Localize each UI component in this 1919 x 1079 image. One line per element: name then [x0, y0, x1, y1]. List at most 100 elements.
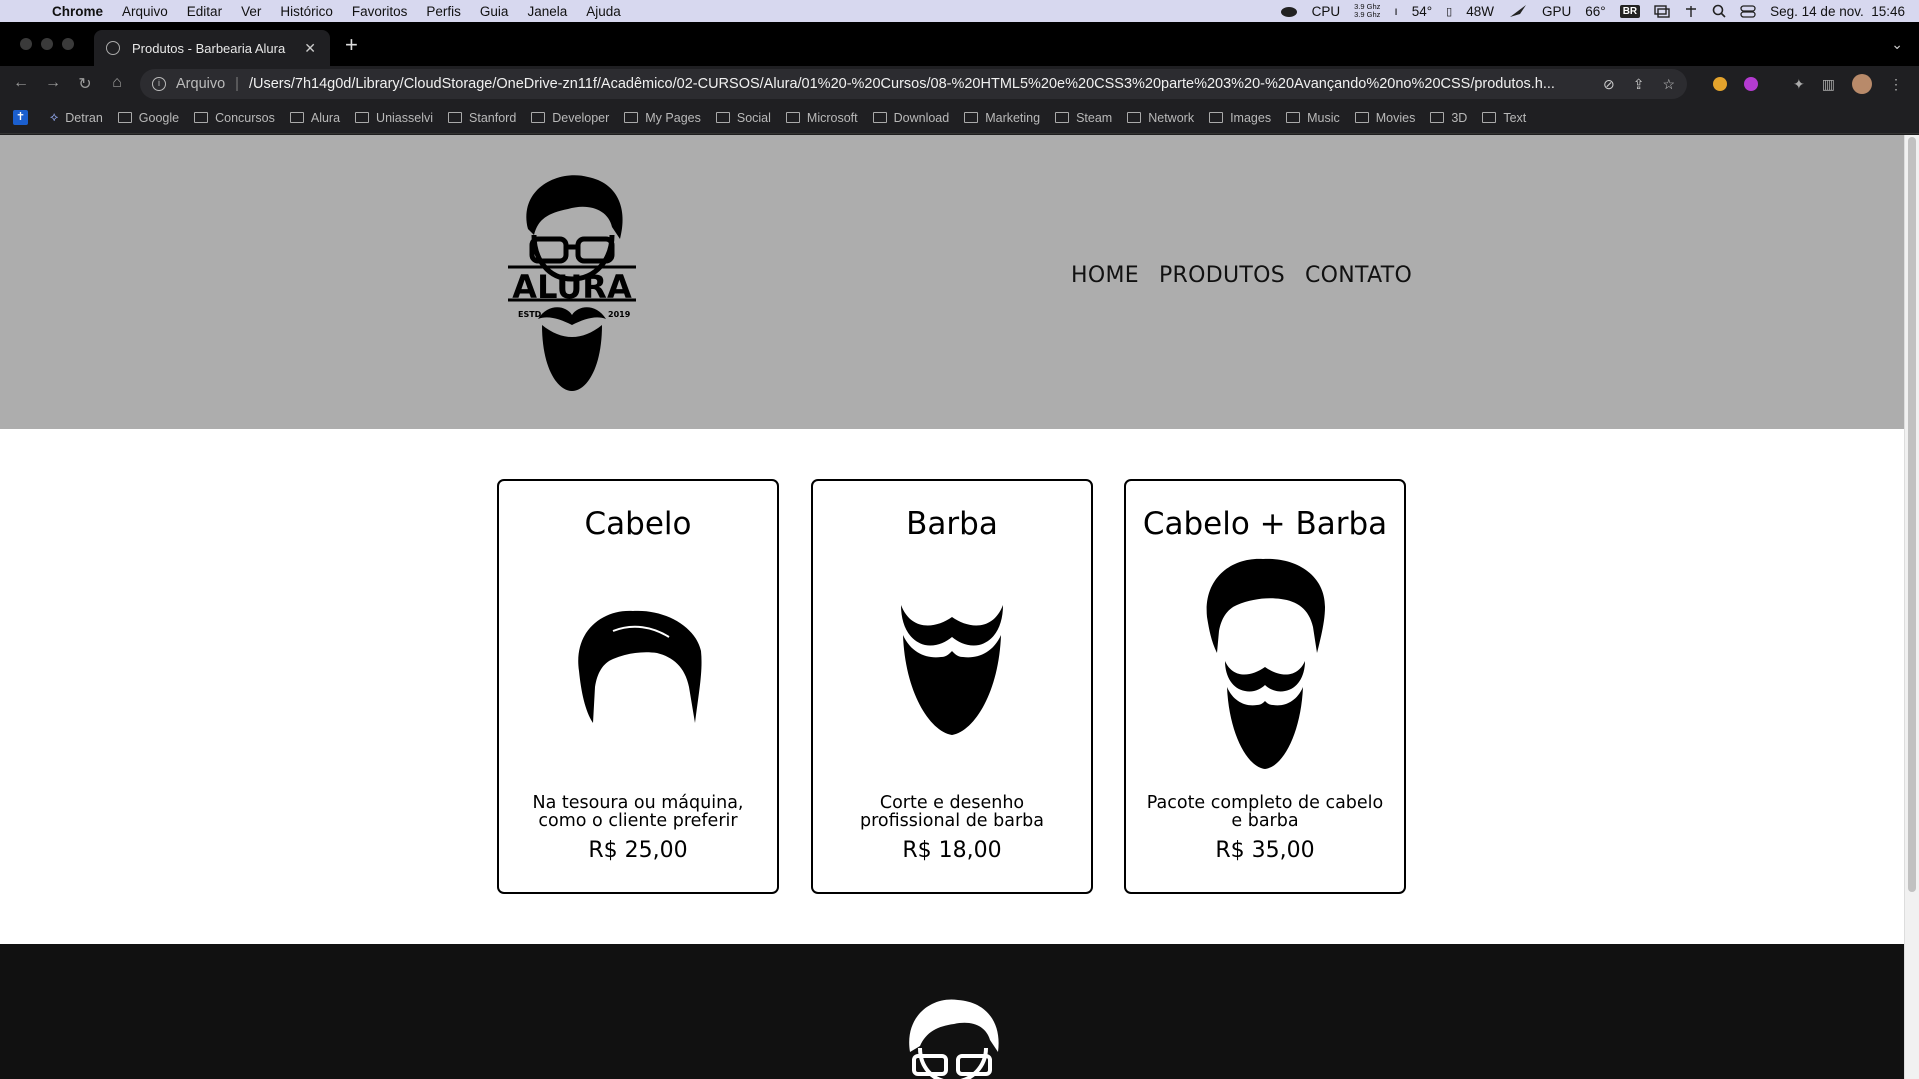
logo-year: 2019 — [608, 310, 631, 319]
close-window-button[interactable] — [20, 38, 32, 50]
bookmark-label: 3D — [1451, 110, 1468, 125]
menu-ver[interactable]: Ver — [241, 4, 261, 19]
bookmark-label: Marketing — [985, 110, 1041, 125]
bookmark-folder-steam[interactable]: Steam — [1055, 111, 1112, 125]
profile-avatar[interactable] — [1852, 74, 1872, 94]
bookmark-folder-music[interactable]: Music — [1286, 111, 1340, 125]
address-bar[interactable]: i Arquivo | /Users/7h14g0d/Library/Cloud… — [140, 69, 1687, 99]
nav-produtos[interactable]: PRODUTOS — [1159, 263, 1285, 288]
bookmark-folder-concursos[interactable]: Concursos — [194, 111, 275, 125]
menu-janela[interactable]: Janela — [527, 4, 567, 19]
bookmark-label: Developer — [552, 110, 610, 125]
close-tab-icon[interactable]: ✕ — [304, 40, 316, 57]
folder-icon — [117, 112, 132, 123]
bookmark-folder-uniasselvi[interactable]: Uniasselvi — [355, 111, 433, 125]
bookmark-label: Steam — [1076, 110, 1113, 125]
extension-2-icon[interactable] — [1744, 77, 1759, 91]
new-tab-button[interactable]: + — [345, 34, 358, 56]
menu-favoritos[interactable]: Favoritos — [352, 4, 408, 19]
bookmark-folder-text[interactable]: Text — [1482, 111, 1526, 125]
input-source-badge[interactable]: BR — [1619, 4, 1641, 18]
forward-icon[interactable]: → — [44, 74, 62, 94]
scrollbar-thumb[interactable] — [1908, 137, 1916, 892]
bookmark-folder-3d[interactable]: 3D — [1430, 111, 1467, 125]
window-controls — [20, 38, 74, 50]
product-price: R$ 35,00 — [1215, 838, 1315, 863]
bookmark-folder-google[interactable]: Google — [117, 111, 179, 125]
reload-icon[interactable]: ↻ — [76, 74, 94, 94]
bookmark-star-icon[interactable]: ☆ — [1662, 76, 1675, 93]
beard-icon — [813, 601, 1091, 737]
bookmark-detran[interactable]: ⟡ Detran — [50, 110, 103, 125]
feather-icon[interactable] — [1508, 4, 1528, 18]
back-icon[interactable]: ← — [12, 74, 30, 94]
gpu-temp[interactable]: 66° — [1585, 4, 1605, 19]
product-description: Corte e desenho profissional de barba — [860, 793, 1044, 831]
bookmark-folder-social[interactable]: Social — [715, 110, 771, 125]
bookmark-folder-my-pages[interactable]: My Pages — [624, 111, 701, 125]
tab-strip: Produtos - Barbearia Alura ✕ + ⌄ — [0, 22, 1919, 66]
globe-icon — [106, 41, 120, 55]
alura-logo[interactable]: ALURA ESTD 2019 — [508, 169, 636, 391]
cloud-icon[interactable] — [1280, 4, 1298, 18]
bookmark-folder-images[interactable]: Images — [1209, 111, 1271, 125]
home-icon[interactable]: ⌂ — [108, 74, 126, 94]
bookmark-label: Stanford — [469, 110, 517, 125]
bookmark-folder-download[interactable]: Download — [872, 111, 949, 125]
bookmark-label: Social — [736, 110, 771, 125]
menu-guia[interactable]: Guia — [480, 4, 509, 19]
folder-icon — [355, 112, 370, 123]
cpu-freq-2: 3.9 Ghz — [1354, 10, 1381, 19]
product-title: Barba — [906, 506, 998, 542]
menu-historico[interactable]: Histórico — [280, 4, 333, 19]
control-center-icon[interactable] — [1740, 4, 1756, 18]
puzzle-icon[interactable]: ✦ — [1793, 76, 1805, 93]
product-description: Na tesoura ou máquina, como o cliente pr… — [532, 793, 744, 831]
bookmark-label: Images — [1230, 110, 1272, 125]
nav-home[interactable]: HOME — [1071, 263, 1139, 288]
extension-1-icon[interactable] — [1713, 77, 1728, 91]
page-scrollbar[interactable] — [1904, 135, 1919, 1079]
side-panel-icon[interactable]: ▥ — [1822, 76, 1835, 93]
menu-ajuda[interactable]: Ajuda — [586, 4, 621, 19]
bookmark-folder-alura[interactable]: Alura — [289, 111, 340, 125]
zoom-window-button[interactable] — [62, 38, 74, 50]
product-price: R$ 25,00 — [588, 838, 688, 863]
chrome-menu-icon[interactable]: ⋮ — [1889, 76, 1903, 93]
bookmark-folder-network[interactable]: Network — [1127, 111, 1194, 125]
power-reading[interactable]: 48W — [1466, 4, 1494, 19]
nav-contato[interactable]: CONTATO — [1305, 263, 1412, 288]
product-description: Pacote completo de cabelo e barba — [1146, 793, 1384, 831]
gpu-label[interactable]: GPU — [1542, 4, 1571, 19]
menu-perfis[interactable]: Perfis — [426, 4, 461, 19]
site-info-icon[interactable]: i — [152, 77, 166, 91]
bookmark-pin[interactable]: ✝ — [13, 110, 35, 125]
cpu-temp[interactable]: 54° — [1412, 4, 1432, 19]
eye-off-icon[interactable]: ⊘ — [1603, 76, 1615, 93]
cpu-label[interactable]: CPU — [1312, 4, 1341, 19]
bookmark-label: My Pages — [645, 110, 701, 125]
bookmark-label: Concursos — [215, 110, 275, 125]
bookmark-label: Movies — [1375, 110, 1416, 125]
menubar-clock[interactable]: Seg. 14 de nov. 15:46 — [1770, 4, 1905, 19]
bookmark-folder-microsoft[interactable]: Microsoft — [785, 111, 858, 125]
bookmark-folder-marketing[interactable]: Marketing — [964, 111, 1040, 125]
menu-app-name[interactable]: Chrome — [52, 4, 103, 19]
bookmark-folder-stanford[interactable]: Stanford — [448, 111, 516, 125]
minimize-window-button[interactable] — [41, 38, 53, 50]
menu-arquivo[interactable]: Arquivo — [122, 4, 168, 19]
browser-toolbar: ← → ↻ ⌂ i Arquivo | /Users/7h14g0d/Libra… — [0, 66, 1919, 102]
tab-search-icon[interactable]: ⌄ — [1891, 36, 1903, 53]
bookmark-folder-developer[interactable]: Developer — [531, 111, 609, 125]
share-icon[interactable]: ⇪ — [1633, 76, 1645, 93]
spotlight-search-icon[interactable] — [1712, 4, 1726, 18]
bookmark-folder-movies[interactable]: Movies — [1354, 110, 1416, 125]
bookmark-label: Network — [1148, 110, 1195, 125]
folder-icon — [448, 112, 463, 123]
folder-icon — [194, 112, 209, 123]
screen-mirroring-icon[interactable] — [1654, 4, 1670, 18]
airdrop-icon[interactable] — [1684, 4, 1698, 18]
menu-editar[interactable]: Editar — [187, 4, 222, 19]
url-text[interactable]: /Users/7h14g0d/Library/CloudStorage/OneD… — [249, 76, 1604, 92]
tab-produtos[interactable]: Produtos - Barbearia Alura ✕ — [94, 30, 330, 66]
